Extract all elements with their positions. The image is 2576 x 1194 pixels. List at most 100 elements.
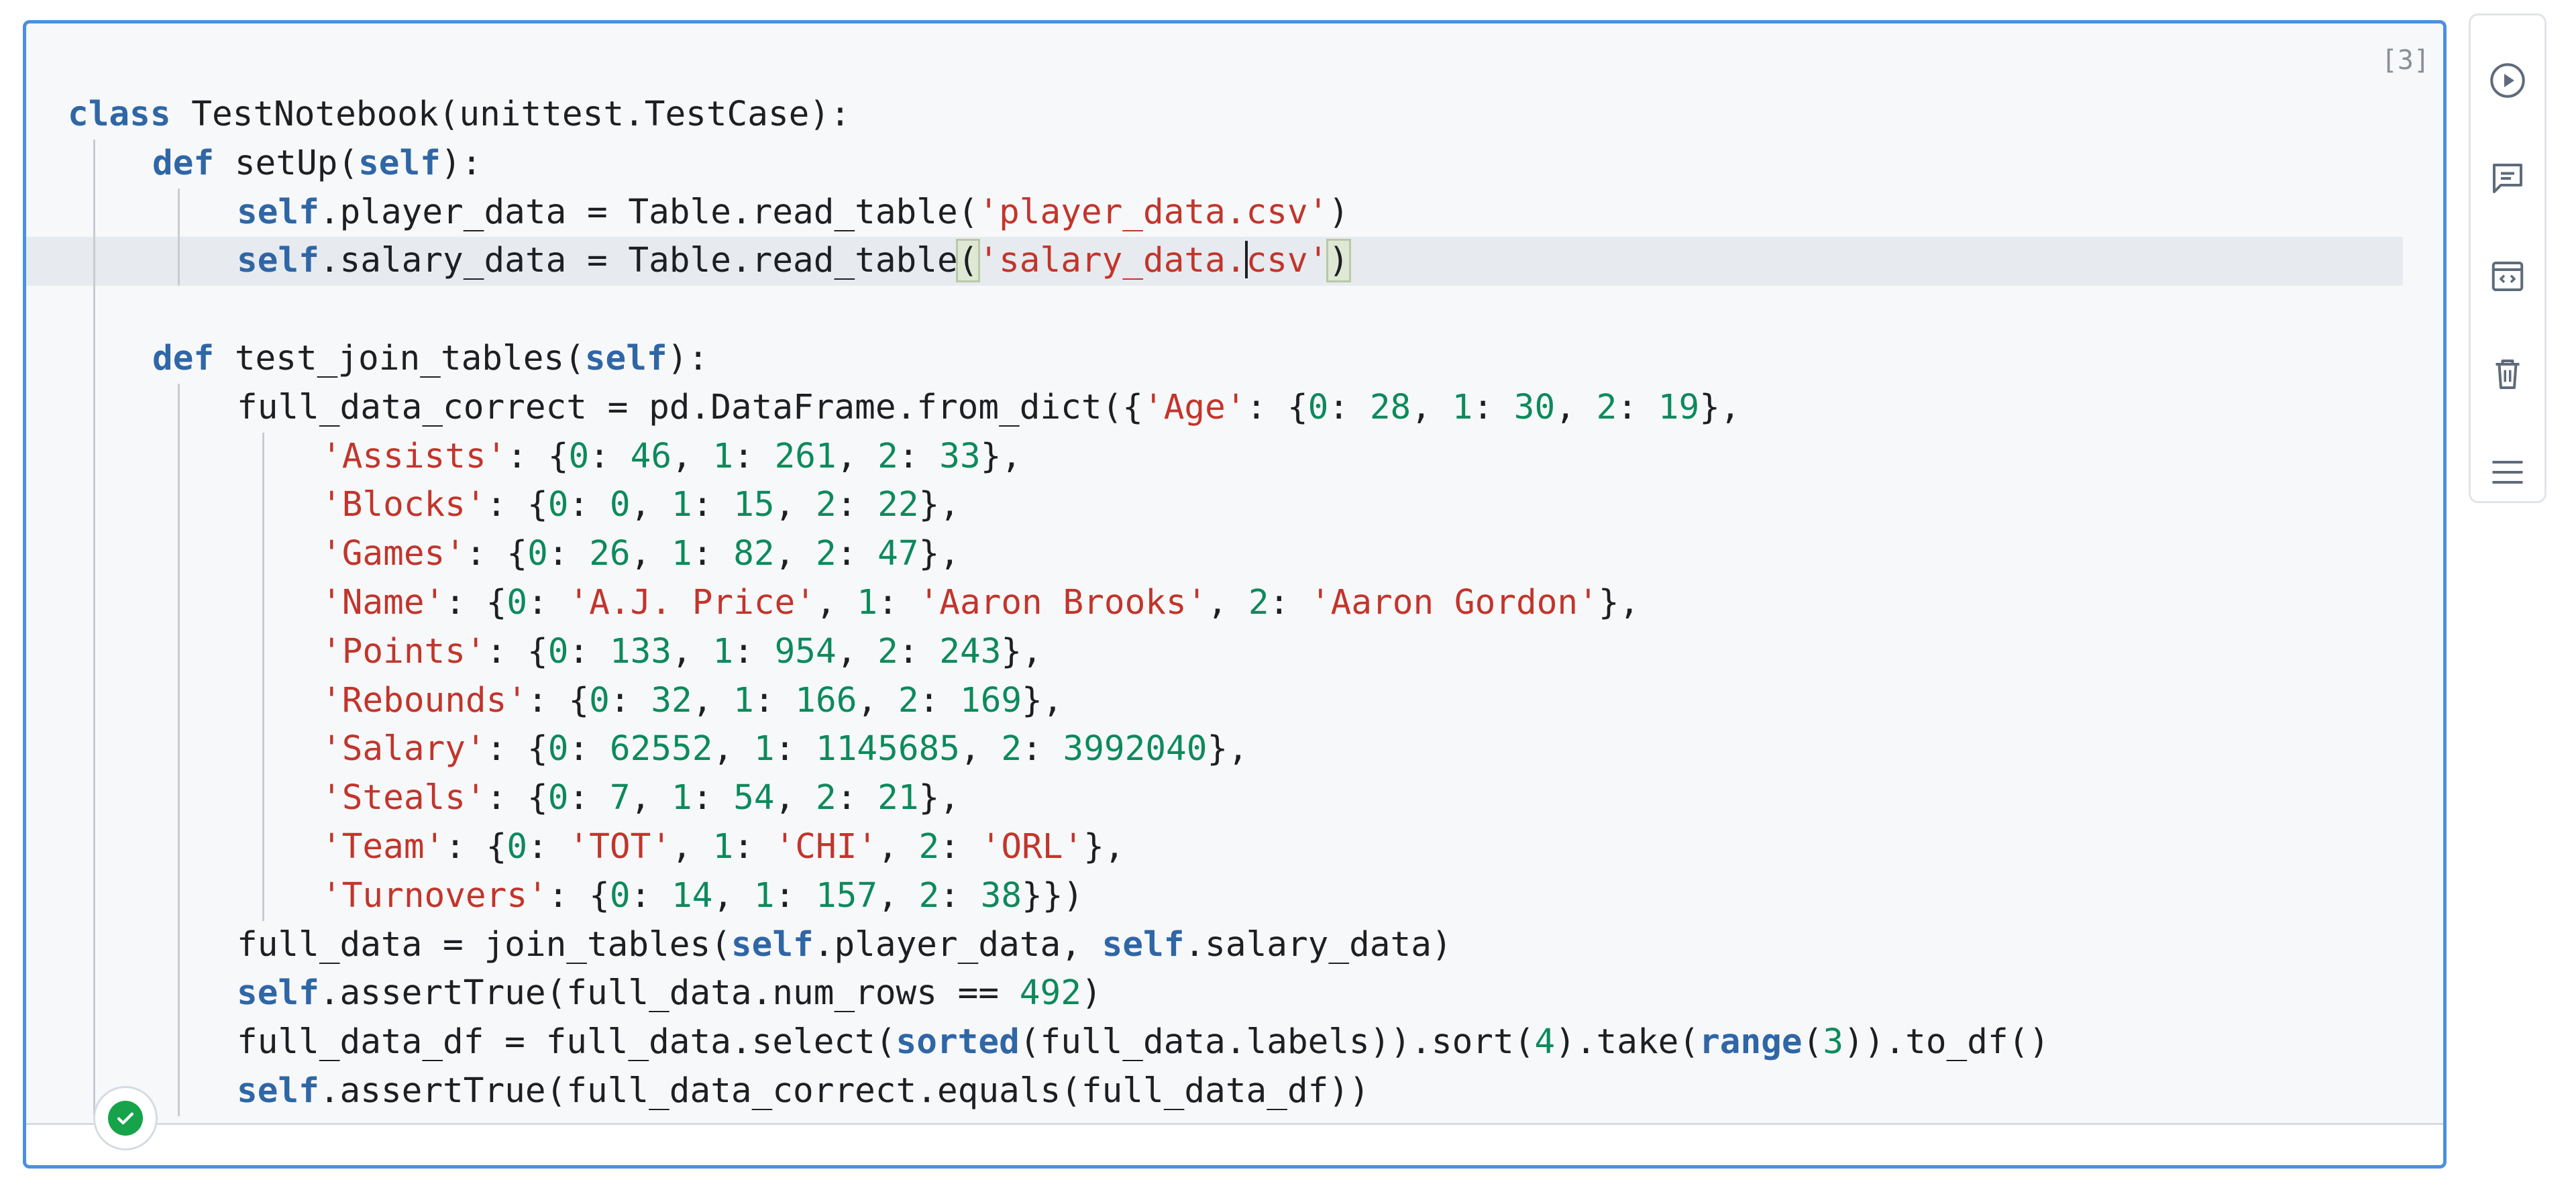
code-token: ).take( <box>1555 1022 1700 1063</box>
code-token: : <box>733 436 775 476</box>
indent-guide <box>93 334 95 384</box>
code-line[interactable]: self.player_data = Table.read_table('pla… <box>26 188 2443 237</box>
code-token: ): <box>440 143 482 183</box>
code-token: 28 <box>1369 387 1411 427</box>
more-menu-button[interactable] <box>2471 437 2544 510</box>
code-line[interactable]: 'Rebounds': {0: 32, 1: 166, 2: 169}, <box>26 676 2443 726</box>
code-token: : <box>753 680 796 720</box>
code-token: : <box>836 534 878 574</box>
code-line[interactable]: self.assertTrue(full_data.num_rows == 49… <box>26 969 2443 1019</box>
play-circle-icon <box>2487 60 2528 104</box>
code-token: , <box>630 778 672 818</box>
code-token: , <box>774 485 816 525</box>
code-token: : <box>568 778 610 818</box>
code-token: : <box>1617 387 1658 427</box>
delete-cell-button[interactable] <box>2471 339 2544 413</box>
code-token: }, <box>1001 631 1042 671</box>
indent-guide <box>93 383 95 433</box>
indent-guide <box>93 1018 95 1067</box>
code-token: }, <box>980 436 1022 476</box>
indent-guide <box>178 237 180 286</box>
indent-guide <box>93 920 95 970</box>
run-cell-button[interactable] <box>2471 45 2544 119</box>
code-token: 15 <box>733 485 775 525</box>
code-token: }, <box>918 778 961 818</box>
code-token: : { <box>486 729 548 769</box>
indent-guide <box>178 530 180 579</box>
indent-guide <box>178 481 180 531</box>
code-line[interactable]: def setUp(self): <box>26 139 2443 188</box>
code-line[interactable]: 'Assists': {0: 46, 1: 261, 2: 33}, <box>26 432 2443 482</box>
code-token: , <box>857 680 898 720</box>
indent-guide <box>93 139 95 188</box>
code-token: , <box>1411 387 1452 427</box>
code-token: 133 <box>609 631 672 671</box>
indent-guide <box>178 774 180 823</box>
indent-guide <box>93 481 95 531</box>
code-token: self <box>358 143 441 183</box>
code-line[interactable]: 'Points': {0: 133, 1: 954, 2: 243}, <box>26 627 2443 677</box>
code-token: 'Assists' <box>321 436 507 476</box>
code-token: : { <box>1246 387 1308 427</box>
code-line[interactable]: 'Games': {0: 26, 1: 82, 2: 47}, <box>26 530 2443 579</box>
code-token: test_join_tables( <box>214 338 585 378</box>
code-token: 1 <box>753 875 775 916</box>
code-line[interactable]: full_data_correct = pd.DataFrame.from_di… <box>26 383 2443 433</box>
code-token: full_data_df = full_data.select( <box>237 1022 896 1063</box>
code-token: }, <box>918 485 961 525</box>
code-token: : <box>836 485 878 525</box>
indent-guide <box>93 286 95 335</box>
code-token: : <box>733 826 775 867</box>
code-line[interactable]: full_data_df = full_data.select(sorted(f… <box>26 1018 2443 1067</box>
code-line[interactable]: full_data = join_tables(self.player_data… <box>26 920 2443 970</box>
code-line[interactable]: self.salary_data = Table.read_table('sal… <box>26 237 2403 286</box>
code-cell[interactable]: [3] class TestNotebook(unittest.TestCase… <box>23 20 2447 1169</box>
run-status-indicator <box>93 1086 158 1150</box>
code-editor[interactable]: class TestNotebook(unittest.TestCase): de… <box>26 91 2443 1116</box>
code-token: 62552 <box>609 729 713 769</box>
code-token: : { <box>486 778 548 818</box>
code-token: 21 <box>877 778 919 818</box>
code-token: : <box>898 436 940 476</box>
code-token: 'A.J. Price' <box>568 582 816 622</box>
code-token: , <box>774 778 816 818</box>
code-token: 7 <box>609 778 631 818</box>
code-line[interactable]: 'Turnovers': {0: 14, 1: 157, 2: 38}}) <box>26 871 2443 921</box>
trash-icon <box>2487 354 2528 398</box>
code-icon <box>2487 256 2528 300</box>
code-line[interactable] <box>26 286 2443 335</box>
code-token: 0 <box>547 729 569 769</box>
code-token: : { <box>486 631 548 671</box>
code-token: self <box>237 192 319 232</box>
code-token: : <box>692 485 734 525</box>
code-line[interactable]: 'Salary': {0: 62552, 1: 1145685, 2: 3992… <box>26 725 2443 775</box>
code-line[interactable]: 'Team': {0: 'TOT', 1: 'CHI', 2: 'ORL'}, <box>26 822 2443 872</box>
code-token: : <box>547 534 590 574</box>
code-token: : <box>692 778 734 818</box>
indent-guide <box>262 481 264 531</box>
code-token: 'Steals' <box>321 778 486 818</box>
code-token: sorted <box>896 1022 1020 1063</box>
comment-button[interactable] <box>2471 143 2544 217</box>
code-token: 0 <box>547 778 569 818</box>
code-line[interactable]: class TestNotebook(unittest.TestCase): <box>26 91 2443 140</box>
code-token: 1 <box>857 582 878 622</box>
comment-icon <box>2487 158 2528 202</box>
code-token: 0 <box>547 485 569 525</box>
code-line[interactable]: 'Name': {0: 'A.J. Price', 1: 'Aaron Broo… <box>26 578 2443 628</box>
code-view-button[interactable] <box>2471 241 2544 315</box>
indent-guide <box>93 871 95 921</box>
code-token: self <box>1102 924 1185 965</box>
code-token: , <box>672 436 713 476</box>
indent-guide <box>178 188 180 237</box>
code-line[interactable]: 'Steals': {0: 7, 1: 54, 2: 21}, <box>26 774 2443 823</box>
code-token: def <box>152 338 215 378</box>
code-token: }, <box>1083 826 1125 867</box>
code-line[interactable]: 'Blocks': {0: 0, 1: 15, 2: 22}, <box>26 481 2443 531</box>
code-line[interactable]: self.assertTrue(full_data_correct.equals… <box>26 1067 2443 1116</box>
code-token: 33 <box>939 436 981 476</box>
code-line[interactable]: def test_join_tables(self): <box>26 334 2443 384</box>
indent-guide <box>178 969 180 1019</box>
indent-guide <box>262 676 264 726</box>
indent-guide <box>93 530 95 579</box>
